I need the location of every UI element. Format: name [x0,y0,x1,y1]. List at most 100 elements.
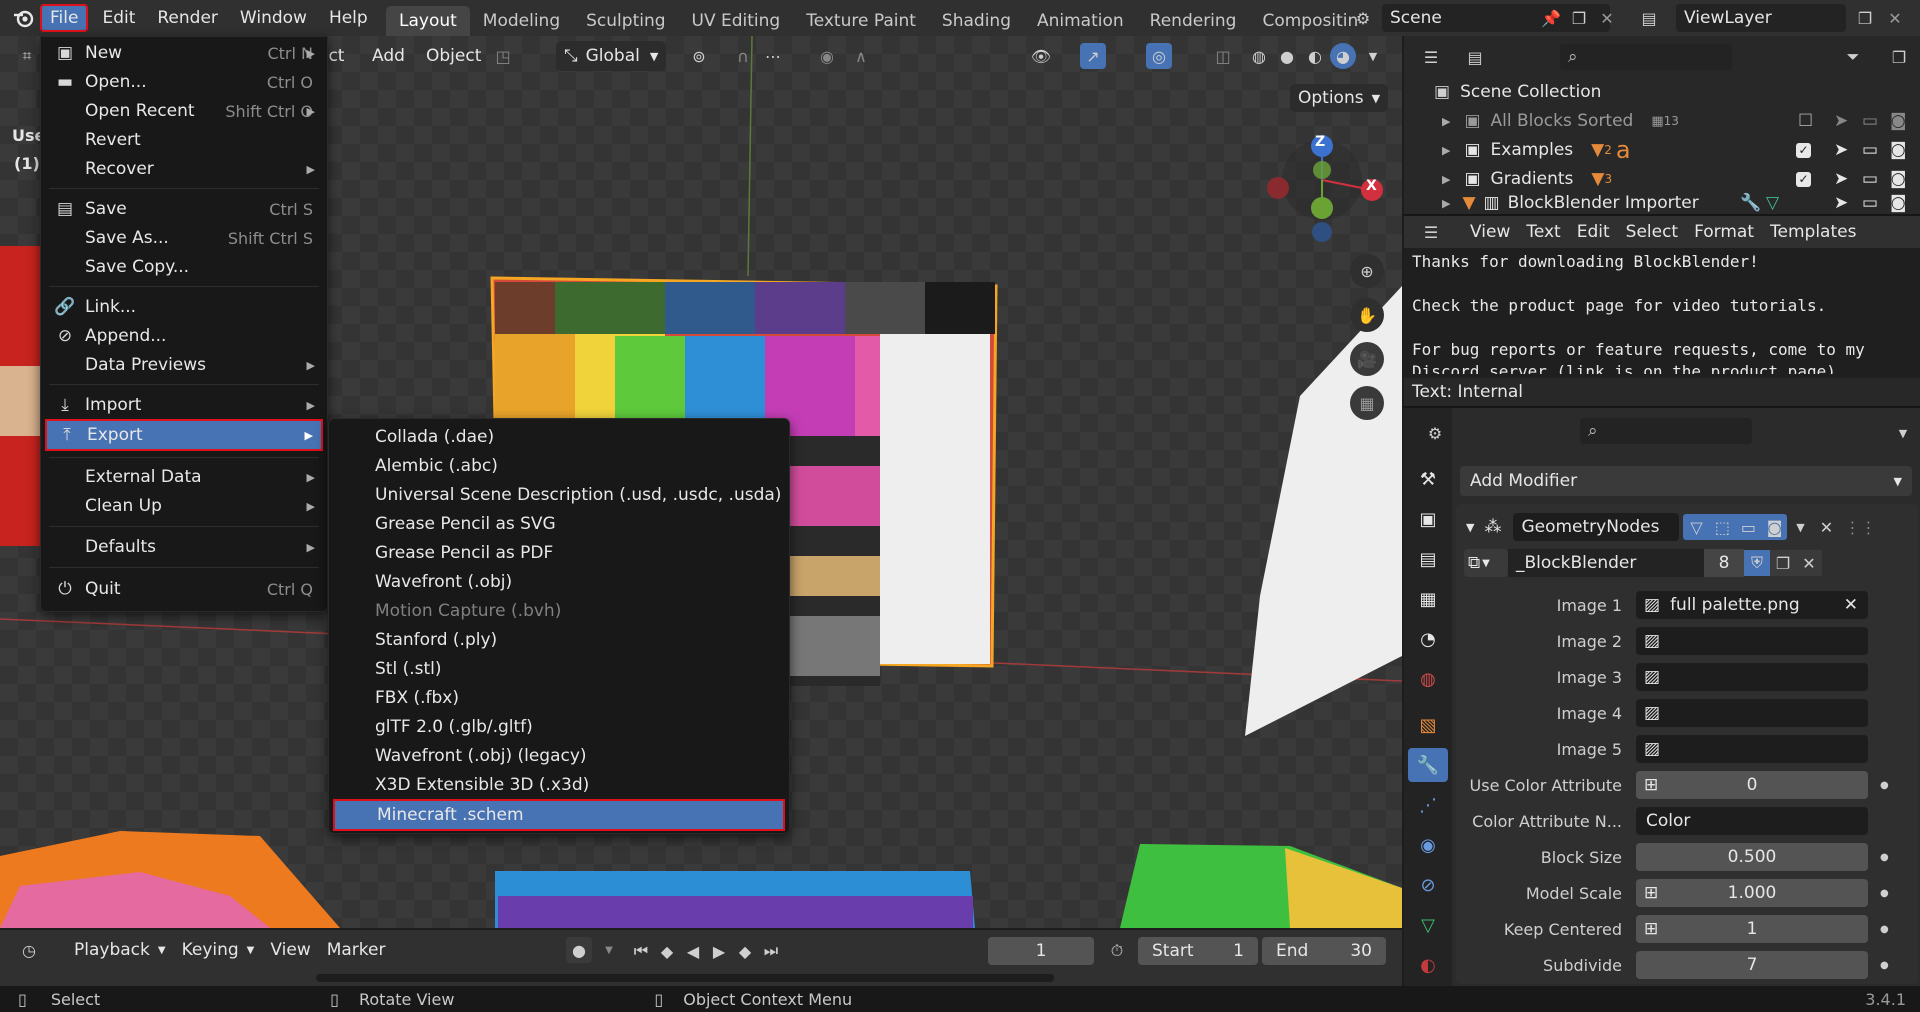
zoom-icon[interactable]: ⊕ [1350,254,1384,288]
exclude-checkbox[interactable]: ✓ [1796,171,1811,187]
export-alembic[interactable]: Alembic (.abc) [333,452,785,480]
jump-to-start-icon[interactable]: ⏮ [628,938,654,964]
keyframe-dot-icon[interactable]: ● [1880,888,1889,899]
modifier-tab-icon[interactable]: 🔧 [1408,748,1448,782]
node-group-users-count[interactable]: 8 [1704,549,1744,577]
keyframe-dot-icon[interactable]: ● [1880,960,1889,971]
file-menu-external-data[interactable]: External Data ▶ [45,463,323,491]
pan-hand-icon[interactable]: ✋ [1350,298,1384,332]
select-cursor-icon[interactable]: ➤ [1834,140,1848,160]
object-tab-icon[interactable]: ▧ [1408,708,1448,742]
menu-object[interactable]: Object [418,42,489,70]
outliner-row-examples[interactable]: ▶ ▣ Examples ▼ 2 a ✓ ➤ ▭ ◙ [1404,136,1920,164]
expand-arrow-icon[interactable]: ▶ [1442,144,1450,157]
filter-icon[interactable]: ⏷ [1840,44,1866,70]
expand-arrow-icon[interactable]: ▶ [1442,197,1450,210]
material-tab-icon[interactable]: ◐ [1408,948,1448,982]
gizmo-toggle-icon[interactable]: ↗ [1080,43,1106,69]
select-cursor-icon[interactable]: ➤ [1834,111,1848,131]
expand-arrow-icon[interactable]: ▶ [1442,115,1450,128]
shading-wireframe-icon[interactable]: ◍ [1246,43,1272,69]
properties-search-input[interactable]: ⌕ [1580,418,1752,444]
world-tab-icon[interactable]: ◍ [1408,662,1448,696]
drag-handle-icon[interactable]: ⋮⋮ [1844,514,1876,540]
text-menu-text[interactable]: Text [1518,218,1568,246]
use-color-attribute-field[interactable]: ⊞ 0 [1636,771,1868,799]
viewport-monitor-icon[interactable]: ▭ [1862,111,1878,131]
stopwatch-icon[interactable]: ⏱ [1104,938,1130,964]
remove-modifier-icon[interactable]: ✕ [1813,514,1839,540]
view-layer-tab-icon[interactable]: ▦ [1408,582,1448,616]
play-reverse-icon[interactable]: ◀ [680,938,706,964]
tab-texture-paint[interactable]: Texture Paint [793,6,929,36]
export-wavefront-obj[interactable]: Wavefront (.obj) [333,568,785,596]
cage-toggle-icon[interactable]: ⬚ [1709,514,1736,540]
timeline-editor-type-icon[interactable]: ◷ [16,937,42,963]
start-frame-field[interactable]: Start 1 [1138,937,1258,965]
file-menu-new[interactable]: ▣ New Ctrl N ▶ [45,39,323,67]
xray-toggle-icon[interactable]: ◫ [1210,43,1236,69]
outliner-row-gradients[interactable]: ▶ ▣ Gradients ▼ 3 ✓ ➤ ▭ ◙ [1404,165,1920,193]
outliner-row-blockblender-importer[interactable]: ▶ ▼ ▥ BlockBlender Importer 🔧 ▽ ➤ ▭ ◙ [1404,192,1920,214]
menu-render[interactable]: Render [149,4,226,32]
constraints-tab-icon[interactable]: ⊘ [1408,868,1448,902]
pin-icon[interactable]: 📌 [1538,5,1564,31]
shading-material-icon[interactable]: ◐ [1302,43,1328,69]
tab-compositing[interactable]: Compositin [1249,6,1359,36]
new-view-layer-icon[interactable]: ❐ [1852,5,1878,31]
select-cursor-icon[interactable]: ➤ [1834,193,1848,213]
file-menu-revert[interactable]: Revert [45,126,323,154]
file-menu-import[interactable]: ⤓ Import ▶ [45,391,323,419]
jump-to-end-icon[interactable]: ⏭ [758,938,784,964]
fake-user-shield-icon[interactable]: ⛨ [1744,550,1770,576]
export-collada[interactable]: Collada (.dae) [333,423,785,451]
outliner-editor-type-icon[interactable]: ☰ [1418,44,1444,70]
menu-help[interactable]: Help [321,4,376,32]
tab-shading[interactable]: Shading [929,6,1024,36]
file-menu-clean-up[interactable]: Clean Up ▶ [45,492,323,520]
modifier-name-field[interactable]: GeometryNodes [1513,513,1680,541]
chevron-down-icon[interactable]: ▼ [1787,514,1813,540]
image-5-field[interactable]: ▨ [1636,735,1868,763]
file-menu-link[interactable]: 🔗 Link... [45,293,323,321]
export-minecraft-schem[interactable]: Minecraft .schem [333,799,785,831]
file-menu-data-previews[interactable]: Data Previews ▶ [45,351,323,379]
exclude-checkbox[interactable]: ✓ [1796,142,1811,158]
text-menu-select[interactable]: Select [1618,218,1686,246]
menu-window[interactable]: Window [232,4,315,32]
physics-tab-icon[interactable]: ◉ [1408,828,1448,862]
file-menu-quit[interactable]: ⏻ Quit Ctrl Q [45,575,323,603]
remove-view-layer-icon[interactable]: ✕ [1882,5,1908,31]
viewport-monitor-icon[interactable]: ▭ [1862,140,1878,160]
snap-increment-icon[interactable]: ⋯ [760,43,786,69]
properties-editor-type-icon[interactable]: ⚙ [1422,420,1448,446]
outliner-row-all-blocks-sorted[interactable]: ▶ ▣ All Blocks Sorted ▦ 13 ☐ ➤ ▭ ◙ [1404,107,1920,135]
tab-animation[interactable]: Animation [1024,6,1137,36]
shading-rendered-icon[interactable]: ◕ [1330,43,1356,69]
select-cursor-icon[interactable]: ➤ [1834,169,1848,189]
expand-arrow-icon[interactable]: ▶ [1442,173,1450,186]
color-attribute-name-field[interactable]: Color [1636,807,1868,835]
shading-solid-icon[interactable]: ● [1274,43,1300,69]
exclude-checkbox[interactable]: ☐ [1798,111,1813,131]
file-menu-export[interactable]: ⤒ Export ▶ [45,419,323,451]
chevron-down-icon[interactable]: ▼ [596,937,622,963]
snap-magnet-icon[interactable]: ∩ [730,43,756,69]
menu-add[interactable]: Add [364,42,413,70]
keyframe-dot-icon[interactable]: ● [1880,852,1889,863]
keep-centered-field[interactable]: ⊞ 1 [1636,915,1868,943]
camera-view-icon[interactable]: 🎥 [1350,342,1384,376]
outliner-search-input[interactable]: ⌕ [1560,44,1732,70]
keyframe-dot-icon[interactable]: ● [1880,924,1889,935]
end-frame-field[interactable]: End 30 [1262,937,1386,965]
text-menu-view[interactable]: View [1462,218,1518,246]
attribute-toggle-icon[interactable]: ⊞ [1644,775,1658,795]
shading-options-chevron-icon[interactable]: ▼ [1360,43,1386,69]
block-size-field[interactable]: 0.500 [1636,843,1868,871]
export-stl[interactable]: Stl (.stl) [333,655,785,683]
tab-sculpting[interactable]: Sculpting [573,6,678,36]
menu-edit[interactable]: Edit [94,4,143,32]
subdivide-field[interactable]: 7 [1636,951,1868,979]
text-menu-format[interactable]: Format [1686,218,1762,246]
jump-to-keyframe-back-icon[interactable]: ◆ [654,938,680,964]
